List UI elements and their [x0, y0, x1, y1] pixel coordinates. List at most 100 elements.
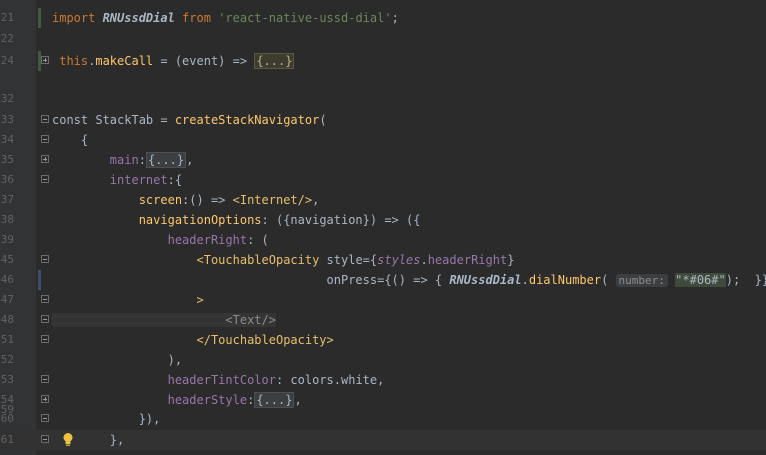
- code-text: </TouchableOpacity>: [52, 330, 334, 350]
- code-line[interactable]: 21 import RNUssdDial from 'react-native-u…: [0, 8, 766, 28]
- code-token: makeCall: [95, 54, 154, 68]
- line-number: 52: [0, 353, 14, 366]
- code-line[interactable]: 46 onPress={() => { RNUssdDial.dialNumbe…: [0, 270, 766, 290]
- code-line[interactable]: 48 <Text/>: [0, 310, 766, 330]
- code-line[interactable]: 33 const StackTab = createStackNavigator(: [0, 110, 766, 130]
- code-line[interactable]: 47 >: [0, 290, 766, 310]
- code-line[interactable]: 34 {: [0, 130, 766, 150]
- fold-toggle-icon[interactable]: [41, 255, 49, 263]
- code-line[interactable]: 35 main: {...},: [0, 150, 766, 170]
- code-token: ;: [391, 11, 399, 25]
- fold-toggle-icon[interactable]: [41, 295, 49, 303]
- code-line[interactable]: 60 }),: [0, 409, 766, 429]
- folded-region[interactable]: {...}: [145, 152, 187, 168]
- code-token: createStackNavigator: [174, 113, 320, 127]
- code-text: <Text/>: [52, 310, 276, 330]
- code-line[interactable]: 24 this.makeCall = (event) => {...}: [0, 51, 766, 71]
- code-token: : colors.white,: [275, 373, 385, 387]
- code-token: RNUssdDial: [449, 273, 522, 287]
- fold-toggle-icon[interactable]: [41, 56, 49, 64]
- fold-toggle-icon[interactable]: [41, 435, 49, 443]
- code-line[interactable]: 39 headerRight: (: [0, 230, 766, 250]
- code-line[interactable]: 61 },: [0, 430, 766, 450]
- code-token: const StackTab =: [52, 113, 175, 127]
- fold-toggle-icon[interactable]: [41, 375, 49, 383]
- code-line[interactable]: 53 headerTintColor: colors.white,: [0, 370, 766, 390]
- line-number: 21: [0, 11, 14, 24]
- line-number: 33: [0, 113, 14, 126]
- code-text: const StackTab = createStackNavigator(: [52, 110, 327, 130]
- code-token: :() =>: [182, 193, 233, 207]
- fold-toggle-icon[interactable]: [41, 175, 49, 183]
- code-token: this: [52, 54, 89, 68]
- code-token: dialNumber: [528, 273, 602, 287]
- code-token: headerRight: [427, 253, 508, 267]
- code-line[interactable]: 37 screen:() => <Internet/>,: [0, 190, 766, 210]
- code-token: from: [174, 11, 219, 25]
- code-line[interactable]: 45 <TouchableOpacity style={styles.heade…: [0, 250, 766, 270]
- code-token: ); }}: [725, 273, 766, 287]
- code-token: "*#06#": [675, 273, 726, 287]
- code-token: onPress={() => {: [52, 273, 450, 287]
- code-token: ,: [186, 153, 194, 167]
- fold-toggle-icon[interactable]: [41, 414, 49, 422]
- line-number: 45: [0, 253, 14, 266]
- code-token: = (event) =>: [153, 54, 255, 68]
- code-text: navigationOptions: ({navigation}) => ({: [52, 210, 421, 230]
- code-token: : ({navigation}) => ({: [261, 213, 421, 227]
- code-token: internet: [52, 173, 168, 187]
- change-marker[interactable]: [38, 270, 41, 290]
- code-line[interactable]: 32: [0, 89, 766, 109]
- fold-toggle-icon[interactable]: [41, 155, 49, 163]
- code-token: screen: [52, 193, 183, 207]
- code-token: headerRight: [52, 233, 248, 247]
- line-number: 22: [0, 32, 14, 45]
- code-line[interactable]: 52 ),: [0, 350, 766, 370]
- code-token: 'react-native-ussd-dial': [218, 11, 392, 25]
- parameter-hint: number:: [615, 274, 668, 287]
- code-editor[interactable]: 21 import RNUssdDial from 'react-native-u…: [0, 0, 766, 455]
- code-text: headerTintColor: colors.white,: [52, 370, 385, 390]
- code-token: .: [420, 253, 428, 267]
- code-text: onPress={() => { RNUssdDial.dialNumber( …: [52, 270, 766, 291]
- code-token: }),: [52, 412, 161, 426]
- code-token: <Text/>: [52, 313, 276, 327]
- code-token: : (: [247, 233, 269, 247]
- line-number: 34: [0, 133, 14, 146]
- change-marker[interactable]: [38, 8, 41, 28]
- code-line[interactable]: 38 navigationOptions: ({navigation}) => …: [0, 210, 766, 230]
- line-number: 46: [0, 273, 14, 286]
- code-line[interactable]: 51 </TouchableOpacity>: [0, 330, 766, 350]
- code-text: }),: [52, 409, 161, 429]
- line-number: 24: [0, 54, 14, 67]
- code-text: import RNUssdDial from 'react-native-uss…: [52, 8, 399, 28]
- code-token: main: [52, 153, 139, 167]
- fold-toggle-icon[interactable]: [41, 335, 49, 343]
- code-text: main: {...},: [52, 150, 193, 170]
- code-token: style={: [326, 253, 378, 267]
- code-token: RNUssdDial: [102, 11, 175, 25]
- code-token: :{: [167, 173, 183, 187]
- code-text: headerRight: (: [52, 230, 269, 250]
- fold-toggle-icon[interactable]: [41, 115, 49, 123]
- code-token: (: [319, 113, 327, 127]
- code-text: >: [52, 290, 203, 310]
- line-number: 48: [0, 313, 14, 326]
- line-number: 53: [0, 373, 14, 386]
- code-token: </TouchableOpacity>: [52, 333, 334, 347]
- code-token: (: [601, 273, 616, 287]
- lightbulb-icon[interactable]: [62, 432, 74, 446]
- line-number: 35: [0, 153, 14, 166]
- code-line[interactable]: 36 internet:{: [0, 170, 766, 190]
- code-token: <TouchableOpacity: [52, 253, 327, 267]
- code-token: {: [52, 133, 89, 147]
- line-number: 47: [0, 293, 14, 306]
- code-text: screen:() => <Internet/>,: [52, 190, 320, 210]
- folded-region[interactable]: {...}: [254, 53, 295, 69]
- line-number: 36: [0, 173, 14, 186]
- code-line[interactable]: 22: [0, 29, 766, 49]
- line-number: 37: [0, 193, 14, 206]
- code-token: .: [521, 273, 529, 287]
- fold-toggle-icon[interactable]: [41, 135, 49, 143]
- fold-toggle-icon[interactable]: [41, 315, 49, 323]
